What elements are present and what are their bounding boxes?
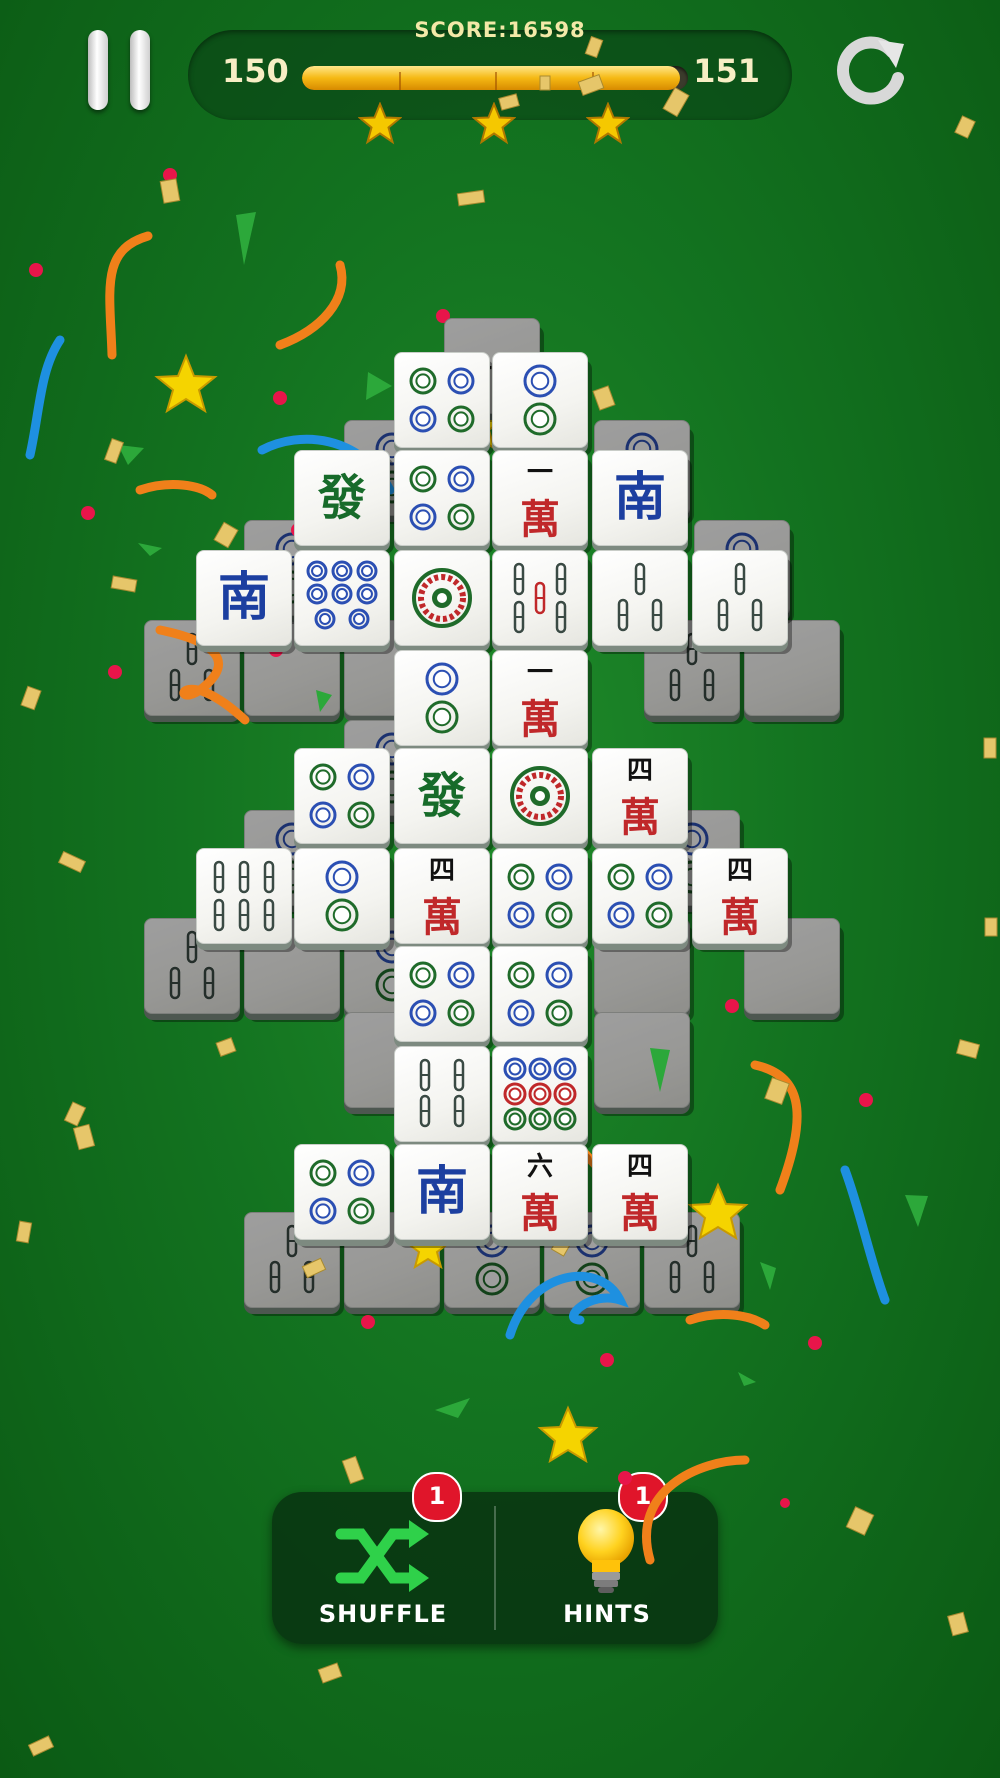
mahjong-tile-wan[interactable]: 四萬	[692, 848, 792, 952]
tile-number: 四	[626, 1151, 653, 1182]
tile-character: 萬	[620, 793, 660, 841]
mahjong-tile-bamboo-3[interactable]	[592, 550, 692, 654]
mahjong-tile-wan[interactable]: 一萬	[492, 450, 592, 554]
tile-number: 四	[726, 855, 753, 886]
mahjong-tile-circles-2[interactable]	[492, 352, 592, 456]
tile-number: 六	[526, 1151, 553, 1182]
mahjong-tile-circles-9[interactable]	[492, 1046, 592, 1150]
tile-character: 發	[317, 470, 366, 526]
tile-number: 四	[626, 755, 653, 786]
tile-number: 四	[428, 855, 455, 886]
mahjong-tile-wan[interactable]: 四萬	[592, 1144, 692, 1248]
mahjong-tile-bamboo-4[interactable]	[394, 1046, 494, 1150]
mahjong-tile-circles-4[interactable]	[592, 848, 692, 952]
mahjong-tile-fa[interactable]: 發	[294, 450, 394, 554]
mahjong-tile-circles-4[interactable]	[394, 946, 494, 1050]
tile-character: 萬	[422, 893, 462, 941]
tile-character: 萬	[620, 1189, 660, 1237]
mahjong-tile-south[interactable]: 南	[196, 550, 296, 654]
mahjong-tile-circles-4[interactable]	[394, 450, 494, 554]
mahjong-tile-bamboo-3[interactable]	[692, 550, 792, 654]
mahjong-tile-fa[interactable]: 發	[394, 748, 494, 852]
tile-character: 南	[415, 1161, 468, 1222]
tile-number: 一	[526, 657, 553, 688]
tile-character: 南	[217, 567, 270, 628]
mahjong-tile-circles-4[interactable]	[492, 946, 592, 1050]
mahjong-tile-circles-4[interactable]	[394, 352, 494, 456]
mahjong-tile-south[interactable]: 南	[394, 1144, 494, 1248]
mahjong-tile-south[interactable]: 南	[592, 450, 692, 554]
mahjong-tile-circles-4[interactable]	[492, 848, 592, 952]
mahjong-tile-circles-8[interactable]	[294, 550, 394, 654]
mahjong-tile-circle-1[interactable]	[492, 748, 592, 852]
mahjong-tile-circles-2[interactable]	[394, 650, 494, 754]
tile-character: 萬	[520, 695, 560, 743]
mahjong-tile-bamboo-6[interactable]	[196, 848, 296, 952]
tile-number: 一	[526, 457, 553, 488]
mahjong-tile-wan[interactable]: 四萬	[592, 748, 692, 852]
tile-character: 發	[417, 768, 466, 824]
tile-character: 萬	[520, 1189, 560, 1237]
mahjong-tile-circles-4[interactable]	[294, 1144, 394, 1248]
mahjong-tile-wan[interactable]: 一萬	[492, 650, 592, 754]
mahjong-tile-circle-1[interactable]	[394, 550, 494, 654]
mahjong-tile-circles-2[interactable]	[294, 848, 394, 952]
tile-character: 萬	[520, 495, 560, 543]
mahjong-tile-wan[interactable]: 六萬	[492, 1144, 592, 1248]
tile-character: 萬	[720, 893, 760, 941]
mahjong-tile-wan[interactable]: 四萬	[394, 848, 494, 952]
tile-character: 南	[613, 467, 666, 528]
mahjong-tile-bamboo-5[interactable]	[492, 550, 592, 654]
mahjong-tile-circles-4[interactable]	[294, 748, 394, 852]
